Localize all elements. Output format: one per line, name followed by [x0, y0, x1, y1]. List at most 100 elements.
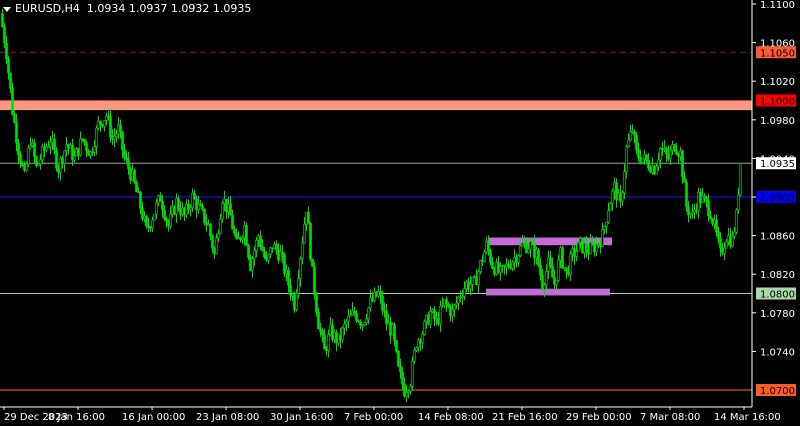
candle-body: [143, 216, 146, 220]
candle-body: [11, 88, 14, 115]
candle-body: [1, 13, 4, 27]
candle-body: [223, 198, 226, 204]
candle: [249, 254, 252, 272]
candle-body: [681, 150, 684, 178]
candle-body: [83, 138, 86, 144]
price-tick-label: 1.0820: [760, 270, 795, 281]
candle-body: [253, 250, 256, 259]
candle-body: [105, 115, 108, 121]
candle-body: [95, 127, 98, 147]
candle-body: [193, 192, 196, 200]
candle-body: [647, 159, 650, 169]
candle-body: [147, 225, 150, 228]
candle-body: [145, 216, 148, 226]
candle-body: [131, 169, 134, 181]
candle-body: [255, 239, 258, 251]
candle-body: [327, 334, 330, 351]
candle-body: [39, 159, 42, 165]
candle: [153, 213, 156, 221]
candle-body: [385, 311, 388, 325]
candle-body: [63, 150, 66, 164]
candle: [423, 319, 426, 336]
candle-body: [53, 138, 56, 151]
candle-body: [7, 58, 10, 74]
candle-body: [263, 250, 266, 258]
time-tick-label: 29 Feb 00:00: [566, 412, 632, 423]
candle-body: [379, 291, 382, 297]
dropdown-triangle-icon[interactable]: [3, 6, 11, 12]
candle-body: [527, 248, 530, 253]
candle-body: [487, 240, 490, 252]
candle-body: [683, 176, 686, 183]
candle-body: [217, 233, 220, 239]
candle-body: [233, 228, 236, 234]
candle-body: [117, 124, 120, 135]
candle-body: [99, 120, 102, 125]
candle-body: [155, 202, 158, 215]
candle-body: [343, 323, 346, 329]
resistance-zone[interactable]: [0, 100, 752, 111]
candle: [245, 222, 248, 246]
candle-body: [623, 171, 626, 194]
candle-body: [161, 200, 164, 211]
candle: [397, 350, 400, 368]
candle-body: [733, 231, 736, 237]
candle-body: [195, 198, 198, 211]
candle-body: [737, 194, 740, 211]
candle-body: [323, 334, 326, 350]
candle-body: [723, 247, 726, 254]
candle: [55, 146, 58, 172]
level-price-label: 1.1000: [760, 97, 795, 108]
candle-body: [717, 231, 720, 239]
candle-body: [225, 198, 228, 213]
candle: [309, 221, 312, 262]
candle-body: [121, 131, 124, 150]
symbol-label: EURUSD,H4: [15, 2, 80, 15]
candle-body: [665, 148, 668, 154]
candle-body: [561, 247, 564, 269]
candle-body: [15, 121, 18, 144]
candle: [27, 144, 30, 168]
candle-body: [107, 115, 110, 118]
candle-body: [539, 264, 542, 276]
candle-body: [655, 166, 658, 175]
candle-body: [201, 205, 204, 210]
candle-body: [311, 258, 314, 267]
candle-body: [29, 145, 32, 149]
candle-body: [27, 147, 30, 165]
candle-body: [479, 260, 482, 272]
candle-body: [125, 157, 128, 160]
candle-body: [129, 168, 132, 181]
candle-body: [367, 307, 370, 320]
candle-body: [213, 247, 216, 255]
price-chart[interactable]: 1.11001.10601.10201.09801.09401.09001.08…: [0, 0, 800, 426]
candle-body: [109, 116, 112, 138]
time-tick-label: 7 Feb 00:00: [344, 412, 403, 423]
range-rectangle[interactable]: [486, 288, 610, 296]
candle-body: [181, 207, 184, 215]
chart-title: EURUSD,H4 1.0934 1.0937 1.0932 1.0935: [3, 2, 251, 15]
candle-body: [447, 304, 450, 308]
candle-body: [471, 276, 474, 285]
candle-body: [19, 154, 22, 164]
candle-body: [259, 235, 262, 247]
candle-body: [205, 222, 208, 225]
candle-body: [393, 324, 396, 341]
candle-body: [725, 241, 728, 249]
candle-body: [637, 149, 640, 158]
candle-body: [675, 150, 678, 155]
candle-body: [137, 191, 140, 194]
candle-body: [491, 261, 494, 269]
candle-body: [149, 226, 152, 229]
candle-body: [507, 263, 510, 268]
candle-body: [187, 204, 190, 210]
candle-body: [451, 309, 454, 317]
candle-body: [139, 192, 142, 209]
candle-body: [275, 243, 278, 251]
candle-body: [399, 365, 402, 373]
candle-body: [483, 251, 486, 262]
candle-body: [9, 72, 12, 89]
candle-body: [735, 209, 738, 233]
time-tick-label: 21 Feb 16:00: [492, 412, 558, 423]
candle-body: [569, 253, 572, 276]
